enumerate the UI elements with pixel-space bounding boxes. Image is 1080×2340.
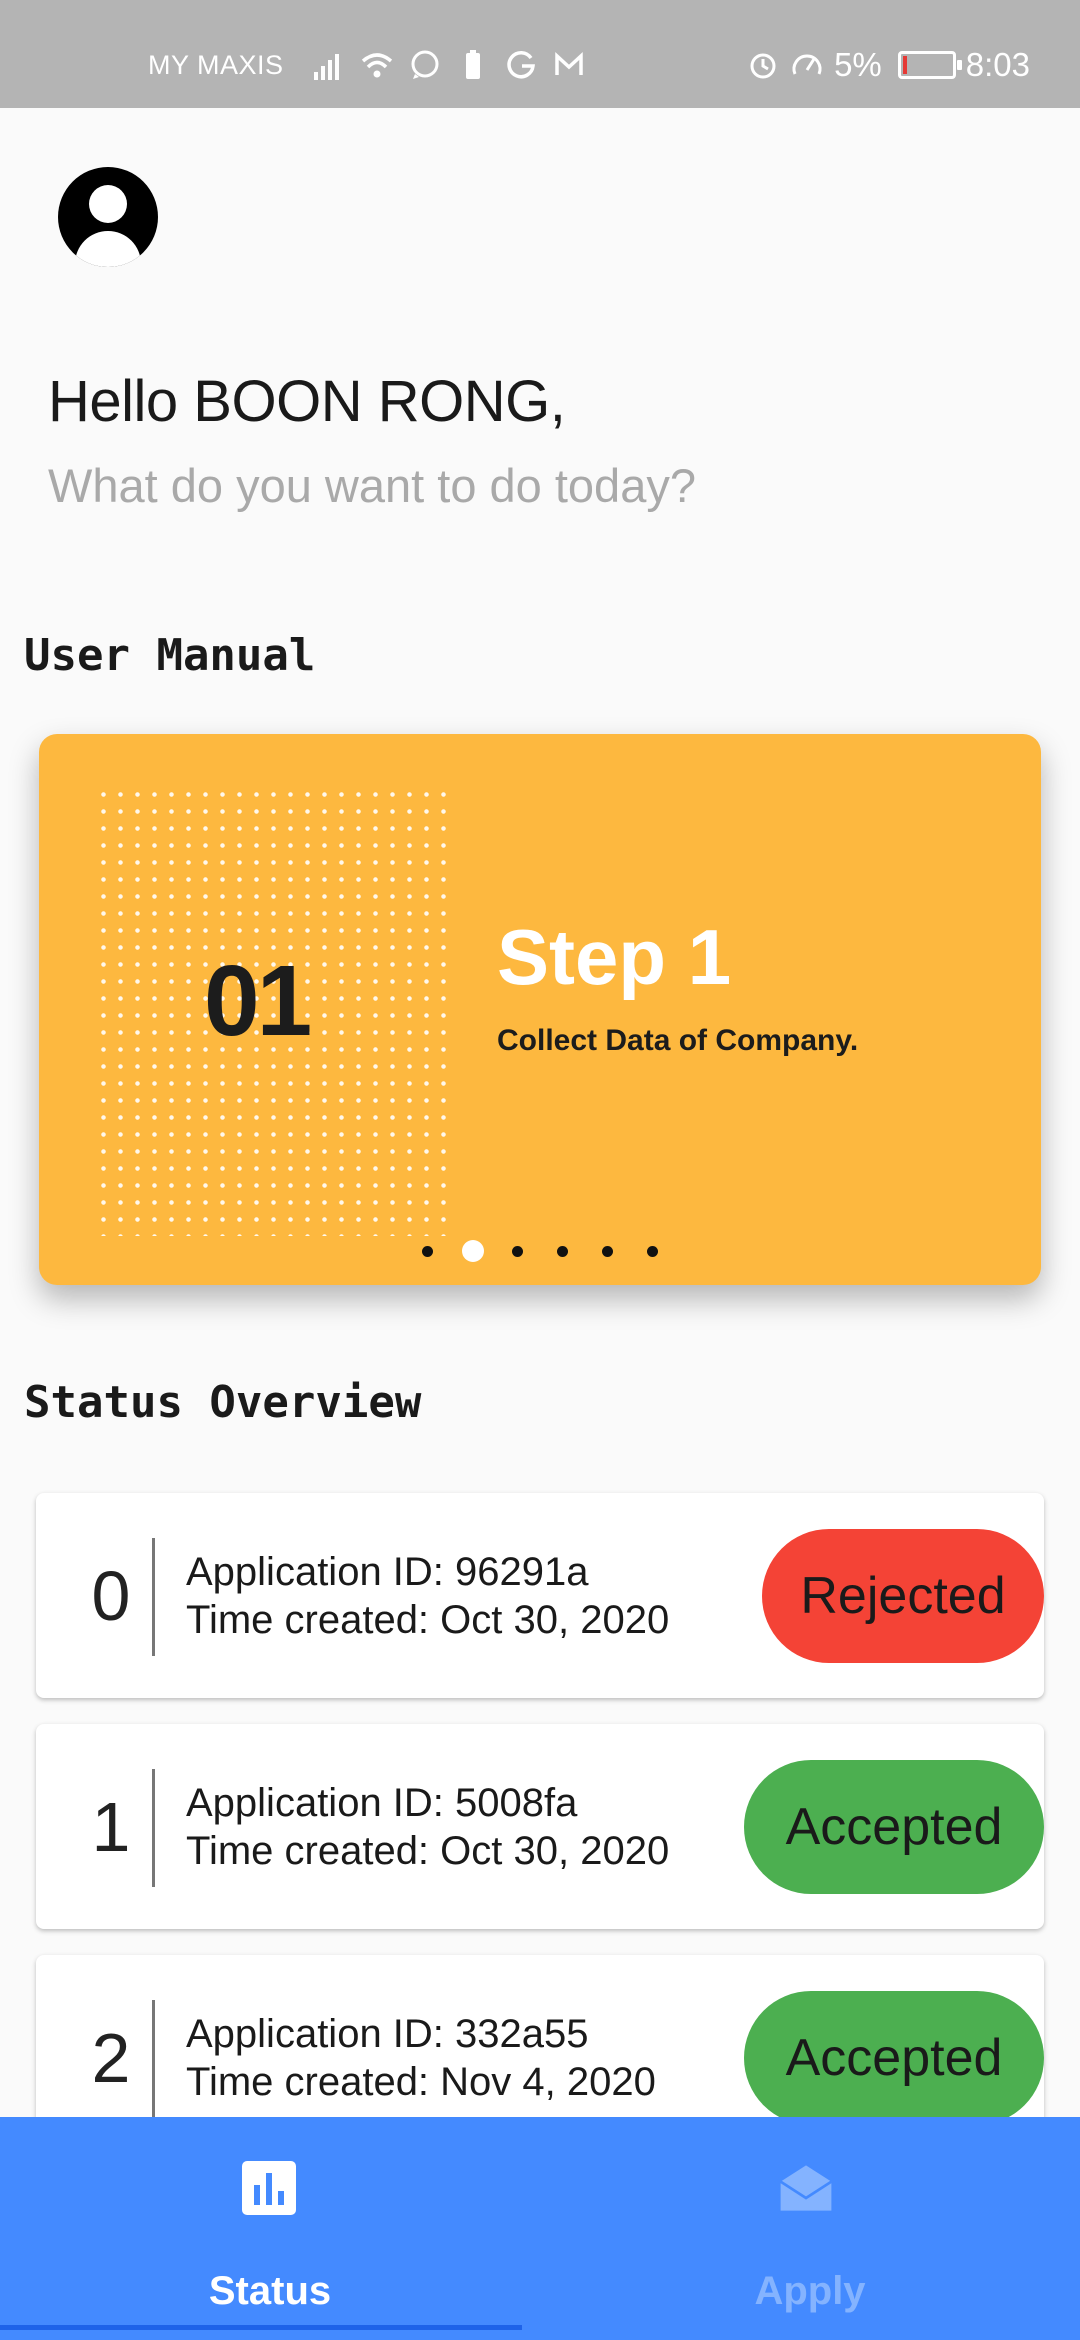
application-id: Application ID: 96291a [186, 1550, 589, 1594]
user-manual-carousel[interactable]: 01 Step 1 Collect Data of Company. [39, 734, 1041, 1285]
battery-saver-icon [465, 50, 480, 79]
battery-icon [897, 51, 962, 79]
application-details: Application ID: 332a55 Time created: Nov… [186, 2010, 656, 2106]
application-time: Time created: Nov 4, 2020 [186, 2060, 656, 2104]
application-card[interactable]: 0 Application ID: 96291a Time created: O… [36, 1493, 1044, 1698]
subtitle-question: What do you want to do today? [48, 459, 696, 512]
application-details: Application ID: 5008fa Time created: Oct… [186, 1779, 669, 1875]
battery-percent: 5% [834, 46, 882, 83]
alarm-icon [750, 53, 776, 79]
card-divider [152, 1769, 155, 1887]
step-number: 01 [204, 945, 312, 1057]
grammarly-icon [506, 50, 535, 79]
application-id: Application ID: 332a55 [186, 2012, 589, 2056]
status-badge-rejected[interactable]: Rejected [762, 1529, 1044, 1663]
speed-icon [792, 54, 822, 75]
account-circle-icon[interactable] [58, 167, 158, 267]
carousel-pager [39, 1239, 1041, 1263]
step-description: Collect Data of Company. [497, 1024, 859, 1057]
avatar-head [89, 185, 127, 223]
pager-dot-active[interactable] [450, 1239, 495, 1263]
application-details: Application ID: 96291a Time created: Oct… [186, 1548, 669, 1644]
application-id: Application ID: 5008fa [186, 1781, 578, 1825]
drafts-envelope-icon [779, 2165, 833, 2211]
status-bar-left: MY MAXIS [148, 48, 586, 82]
nav-tab-apply[interactable]: Apply [540, 2117, 1080, 2340]
card-divider [152, 1538, 155, 1656]
bar-chart-icon [242, 2161, 296, 2215]
application-time: Time created: Oct 30, 2020 [186, 1598, 670, 1642]
application-index: 1 [91, 1787, 131, 1866]
status-badge-accepted[interactable]: Accepted [744, 1991, 1044, 2125]
selected-tab-indicator [0, 2325, 522, 2330]
battery-level [902, 56, 907, 74]
bottom-navigation: Status Apply [0, 2117, 1080, 2340]
status-bar: MY MAXIS 5% 8:03 [0, 0, 1080, 108]
gmail-icon [554, 52, 583, 75]
clock: 8:03 [965, 46, 1030, 83]
pager-dot[interactable] [585, 1239, 630, 1263]
carrier-name: MY MAXIS [148, 49, 284, 80]
nav-label-apply: Apply [754, 2269, 866, 2313]
pager-dot[interactable] [540, 1239, 585, 1263]
application-time: Time created: Oct 30, 2020 [186, 1829, 670, 1873]
avatar-body [75, 231, 141, 267]
step-title: Step 1 [497, 913, 732, 1001]
whatsapp-icon [411, 50, 439, 79]
signal-icon [313, 54, 339, 80]
nav-label-status: Status [208, 2269, 332, 2313]
status-bar-right: 5% 8:03 [746, 46, 1030, 84]
status-badge-accepted[interactable]: Accepted [744, 1760, 1044, 1894]
pager-dot[interactable] [495, 1239, 540, 1263]
nav-tab-status[interactable]: Status [0, 2117, 540, 2340]
pager-dot[interactable] [630, 1239, 675, 1263]
card-divider [152, 2000, 155, 2118]
wifi-icon [361, 53, 392, 78]
application-card[interactable]: 1 Application ID: 5008fa Time created: O… [36, 1724, 1044, 1929]
pager-dot[interactable] [405, 1239, 450, 1263]
application-index: 0 [91, 1556, 131, 1635]
greeting-text: Hello BOON RONG, [48, 369, 566, 434]
user-manual-title: User Manual [24, 630, 316, 681]
status-overview-title: Status Overview [24, 1377, 422, 1428]
